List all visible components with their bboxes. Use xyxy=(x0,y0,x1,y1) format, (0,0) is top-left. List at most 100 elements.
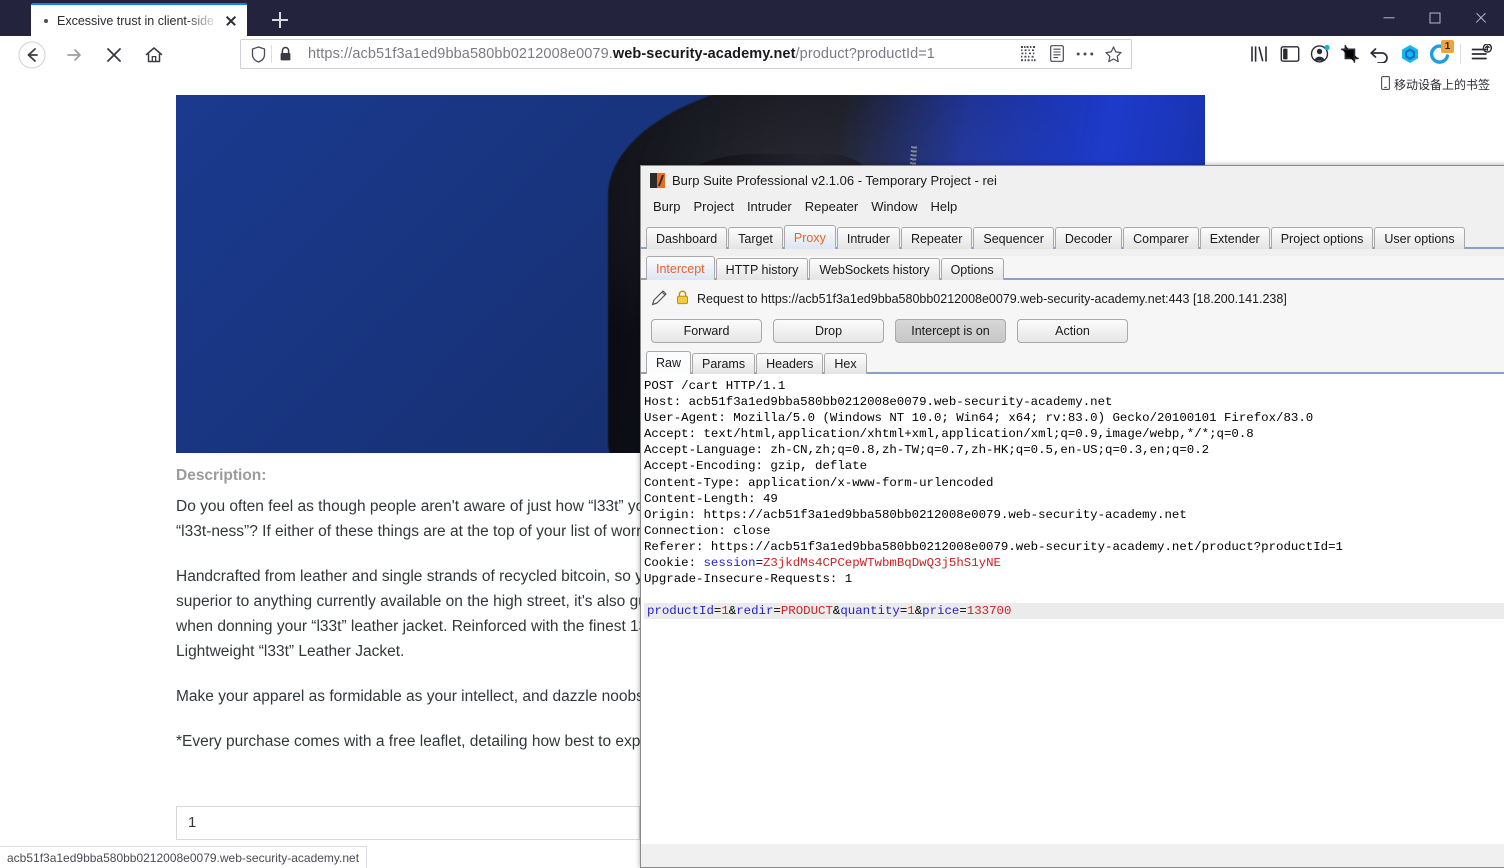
screenshot-crop-icon[interactable] xyxy=(1335,39,1365,69)
intercepted-request-header: Request to https://acb51f3a1ed9bba580bb0… xyxy=(641,280,1504,315)
window-close-button[interactable] xyxy=(1458,0,1504,36)
cookie-label: Cookie: xyxy=(644,556,704,571)
tracking-protection-shield-icon[interactable] xyxy=(245,40,271,68)
request-raw-editor[interactable]: POST /cart HTTP/1.1 Host: acb51f3a1ed9bb… xyxy=(641,374,1504,844)
burp-window-title: Burp Suite Professional v2.1.06 - Tempor… xyxy=(672,172,997,188)
param-value-price: 133700 xyxy=(966,604,1012,619)
param-name-redir: redir xyxy=(736,604,774,619)
tab-comparer[interactable]: Comparer xyxy=(1123,227,1199,249)
hamburger-menu-icon[interactable] xyxy=(1466,39,1496,69)
extension-hex-icon[interactable] xyxy=(1395,39,1425,69)
request-line: POST /cart HTTP/1.1 xyxy=(644,379,786,393)
request-header-accept: Accept: text/html,application/xhtml+xml,… xyxy=(644,427,1254,442)
padlock-icon xyxy=(676,290,689,308)
cookie-name: session xyxy=(703,556,756,571)
request-header-content-type: Content-Type: application/x-www-form-url… xyxy=(644,475,994,490)
request-header-host: Host: acb51f3a1ed9bba580bb0212008e0079.w… xyxy=(644,395,1113,410)
burp-proxy-tabs: Intercept HTTP history WebSockets histor… xyxy=(641,256,1504,280)
url-bar[interactable]: https://acb51f3a1ed9bba580bb0212008e0079… xyxy=(240,39,1132,69)
url-text: https://acb51f3a1ed9bba580bb0212008e0079… xyxy=(308,46,935,62)
tab-intercept[interactable]: Intercept xyxy=(646,256,715,280)
request-header-cookie: Cookie: session=Z3jkdMs4CPCepWTwbmBqDwQ3… xyxy=(644,556,1001,571)
tab-close-icon[interactable] xyxy=(221,11,241,31)
request-header-accept-encoding: Accept-Encoding: gzip, deflate xyxy=(644,459,868,474)
browser-tab[interactable]: Excessive trust in client-side xyxy=(31,3,247,36)
tab-hex[interactable]: Hex xyxy=(824,353,867,374)
burp-editor-tabs: Raw Params Headers Hex xyxy=(641,351,1504,374)
account-icon[interactable] xyxy=(1305,39,1335,69)
param-value-redir: PRODUCT xyxy=(780,604,833,619)
request-header-content-length: Content-Length: 49 xyxy=(644,491,778,506)
browser-toolbar-icons: 1 xyxy=(1245,39,1496,69)
forward-button[interactable] xyxy=(56,37,92,73)
new-tab-button[interactable] xyxy=(268,8,292,32)
request-header-origin: Origin: https://acb51f3a1ed9bba580bb0212… xyxy=(644,507,1187,522)
menu-item-window[interactable]: Window xyxy=(871,199,917,214)
request-body: productId=1&redir=PRODUCT&quantity=1&pri… xyxy=(644,603,1504,620)
burp-main-tabs: Dashboard Target Proxy Intruder Repeater… xyxy=(641,225,1504,249)
menu-item-burp[interactable]: Burp xyxy=(653,199,680,214)
tab-options[interactable]: Options xyxy=(940,258,1004,280)
request-target-text: Request to https://acb51f3a1ed9bba580bb0… xyxy=(697,292,1287,306)
menu-item-intruder[interactable]: Intruder xyxy=(747,199,792,214)
tab-proxy[interactable]: Proxy xyxy=(783,225,836,249)
bookmark-item-mobile[interactable]: 移动设备上的书签 xyxy=(1381,75,1490,93)
burp-suite-window: Burp Suite Professional v2.1.06 - Tempor… xyxy=(640,165,1504,868)
cookie-value: Z3jkdMs4CPCepWTwbmBqDwQ3j5hS1yNE xyxy=(763,556,1001,571)
window-controls xyxy=(1366,0,1504,36)
tab-http-history[interactable]: HTTP history xyxy=(715,258,809,280)
action-button[interactable]: Action xyxy=(1017,319,1128,343)
minimize-button[interactable] xyxy=(1366,0,1412,36)
toolbar-divider xyxy=(1460,44,1461,64)
stop-loading-button[interactable] xyxy=(96,37,132,73)
tab-loading-indicator-icon xyxy=(41,16,51,26)
qr-code-icon[interactable] xyxy=(1015,40,1043,68)
tab-project-options[interactable]: Project options xyxy=(1270,227,1374,249)
quantity-input[interactable]: 1 xyxy=(176,806,640,840)
tab-websockets-history[interactable]: WebSockets history xyxy=(809,258,940,280)
tab-params[interactable]: Params xyxy=(692,353,756,374)
menu-item-help[interactable]: Help xyxy=(930,199,957,214)
undo-close-tab-icon[interactable] xyxy=(1365,39,1395,69)
burp-suite-logo-icon xyxy=(650,172,665,188)
tab-strip: Excessive trust in client-side xyxy=(0,0,1504,36)
burp-menu-bar: Burp Project Intruder Repeater Window He… xyxy=(641,194,1504,218)
tab-sequencer[interactable]: Sequencer xyxy=(973,227,1054,249)
param-name-price: price xyxy=(922,604,960,619)
mobile-device-icon xyxy=(1381,75,1390,93)
forward-button[interactable]: Forward xyxy=(651,319,762,343)
reader-view-icon[interactable] xyxy=(1043,40,1071,68)
tab-extender[interactable]: Extender xyxy=(1199,227,1270,249)
intercept-toggle-button[interactable]: Intercept is on xyxy=(895,319,1006,343)
tab-raw[interactable]: Raw xyxy=(646,351,692,374)
drop-button[interactable]: Drop xyxy=(773,319,884,343)
status-bar: acb51f3a1ed9bba580bb0212008e0079.web-sec… xyxy=(0,846,368,868)
bookmark-item-label: 移动设备上的书签 xyxy=(1393,77,1490,92)
tab-decoder[interactable]: Decoder xyxy=(1054,227,1123,249)
sidebar-icon[interactable] xyxy=(1275,39,1305,69)
param-name-productid: productId xyxy=(647,604,714,619)
request-header-upgrade-insecure: Upgrade-Insecure-Requests: 1 xyxy=(644,572,853,587)
param-value-productid: 1 xyxy=(721,604,729,619)
tab-headers[interactable]: Headers xyxy=(756,353,824,374)
tab-dashboard[interactable]: Dashboard xyxy=(646,227,728,249)
padlock-icon[interactable] xyxy=(272,40,298,68)
menu-item-repeater[interactable]: Repeater xyxy=(805,199,858,214)
tab-intruder[interactable]: Intruder xyxy=(836,227,900,249)
request-header-accept-language: Accept-Language: zh-CN,zh;q=0.8,zh-TW;q=… xyxy=(644,443,1210,458)
home-button[interactable] xyxy=(136,37,172,73)
tab-target[interactable]: Target xyxy=(728,227,783,249)
bookmarks-toolbar: 移动设备上的书签 xyxy=(0,73,1504,95)
request-header-connection: Connection: close xyxy=(644,523,771,538)
tab-user-options[interactable]: User options xyxy=(1374,227,1465,249)
bookmark-star-icon[interactable] xyxy=(1099,40,1127,68)
param-name-quantity: quantity xyxy=(840,604,900,619)
tab-title: Excessive trust in client-side xyxy=(57,13,215,28)
page-actions-ellipsis-icon[interactable] xyxy=(1071,40,1099,68)
maximize-button[interactable] xyxy=(1412,0,1458,36)
library-icon[interactable] xyxy=(1245,39,1275,69)
tab-repeater[interactable]: Repeater xyxy=(900,227,973,249)
back-button[interactable] xyxy=(14,37,50,73)
menu-item-project[interactable]: Project xyxy=(693,199,733,214)
sync-circle-icon[interactable]: 1 xyxy=(1425,39,1455,69)
